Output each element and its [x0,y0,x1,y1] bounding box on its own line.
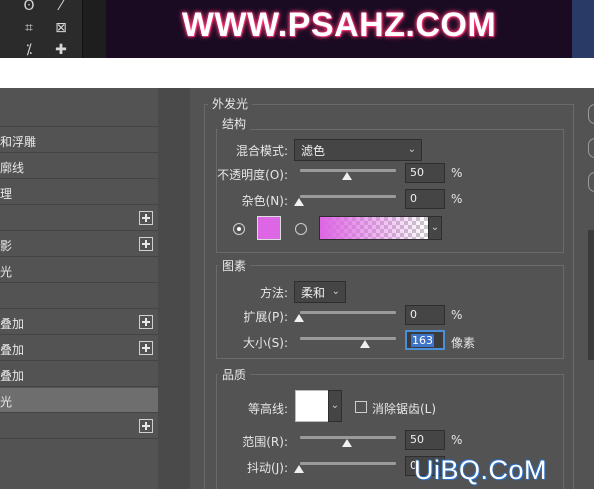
opacity-unit: % [451,166,463,180]
jitter-slider[interactable] [300,462,396,465]
glow-gradient-swatch[interactable] [319,216,429,240]
range-input[interactable]: 50 [405,430,445,450]
style-list-item-label: 叠加 [0,343,25,357]
style-list-item[interactable]: 和浮雕 [0,128,158,153]
dialog-button-cancel[interactable] [588,138,594,158]
contour-label: 等高线: [247,402,288,416]
jitter-slider-thumb[interactable] [294,465,304,473]
style-list-item-label: 廓线 [0,161,25,175]
spread-label: 扩展(P): [243,310,288,324]
spread-slider-thumb[interactable] [294,314,304,322]
size-value: 163 [411,334,434,347]
contour-preview[interactable] [295,390,329,422]
blend-mode-label: 混合模式: [235,144,288,158]
noise-unit: % [451,192,463,206]
dialog-button-ok[interactable] [588,104,594,124]
toolbar: ʘ ⁄ ⌗ ⊠ ⁒ ✚ [0,0,82,58]
antialias-checkbox[interactable] [355,401,367,413]
style-list-item-label: 理 [0,187,13,201]
opacity-input[interactable]: 50 [405,163,445,183]
add-style-icon[interactable] [139,211,153,225]
style-list-item-label: 光 [0,395,13,409]
blend-mode-value: 滤色 [301,144,326,158]
dialog-button-new-style[interactable] [588,172,594,192]
range-label: 范围(R): [242,435,288,449]
opacity-label: 不透明度(O): [217,168,288,182]
opacity-slider-thumb[interactable] [342,172,352,180]
style-list-item-label: 和浮雕 [0,135,37,149]
add-style-icon[interactable] [139,237,153,251]
watermark-text: UiBQ.CoM [414,455,548,485]
antialias-label[interactable]: 消除锯齿(L) [372,400,436,417]
noise-label: 杂色(N): [241,194,288,208]
quality-title: 品质 [218,366,251,383]
chevron-down-icon: ⌄ [330,400,340,411]
style-list-item[interactable]: 叠加 [0,362,158,387]
elements-title: 图素 [218,257,251,274]
chevron-down-icon: ⌄ [331,286,340,297]
style-list-item[interactable] [0,206,158,231]
lasso-icon[interactable]: ʘ [18,0,40,14]
style-list-item[interactable]: 叠加 [0,310,158,335]
chevron-down-icon: ⌄ [430,222,440,233]
style-list-item-label: 光 [0,265,13,279]
gradient-dropdown-button[interactable]: ⌄ [428,216,442,240]
canvas-edge [572,0,594,58]
photoshop-top-strip: ʘ ⁄ ⌗ ⊠ ⁒ ✚ WWW.PSAHZ.COM [0,0,594,58]
technique-label: 方法: [259,286,288,300]
size-label: 大小(S): [242,336,288,350]
style-list-item-label: 叠加 [0,369,25,383]
blend-mode-select[interactable]: 滤色 ⌄ [294,139,422,161]
technique-value: 柔和 [301,286,326,300]
range-slider-thumb[interactable] [342,439,352,447]
contour-curve-icon [296,391,328,421]
chevron-down-icon: ⌄ [407,144,416,155]
add-style-icon[interactable] [139,315,153,329]
banner-text: WWW.PSAHZ.COM [181,6,497,44]
size-input[interactable]: 163 [405,330,445,350]
glow-color-swatch[interactable] [257,216,281,240]
noise-slider[interactable] [300,195,396,198]
gradient-radio[interactable] [295,223,307,235]
noise-slider-thumb[interactable] [294,198,304,206]
panel-edge [82,0,106,58]
outer-glow-title: 外发光 [208,95,253,112]
solid-color-radio[interactable] [233,223,245,235]
size-slider[interactable] [300,337,396,340]
style-list-item-label: 影 [0,239,13,253]
list-divider [158,88,190,489]
spread-slider[interactable] [300,311,396,314]
technique-select[interactable]: 柔和 ⌄ [294,281,346,303]
magic-wand-icon[interactable]: ⁄ [50,0,72,14]
style-list-item[interactable]: 叠加 [0,336,158,361]
spread-unit: % [451,308,463,322]
noise-input[interactable]: 0 [405,189,445,209]
contour-dropdown-button[interactable]: ⌄ [328,390,342,422]
style-list-item[interactable]: 光 [0,258,158,283]
eyedropper-icon[interactable]: ⁒ [18,42,40,58]
style-list: 和浮雕 廓线理影光叠加 叠加 叠加光 [0,100,158,489]
size-unit: 像素 [451,336,476,350]
range-unit: % [451,433,463,447]
slice-icon[interactable]: ⊠ [50,20,72,36]
style-list-item-label: 叠加 [0,317,25,331]
preview-panel-edge [588,230,594,360]
style-list-item[interactable]: 廓线 [0,154,158,179]
style-list-item[interactable]: 影 [0,232,158,257]
add-style-icon[interactable] [139,341,153,355]
canvas-banner: WWW.PSAHZ.COM [106,0,572,58]
crop-icon[interactable]: ⌗ [18,20,40,36]
jitter-label: 抖动(J): [247,461,288,475]
style-list-item[interactable]: 理 [0,180,158,205]
structure-title: 结构 [218,115,251,132]
size-slider-thumb[interactable] [360,340,370,348]
style-list-item[interactable]: 光 [0,388,158,413]
style-list-item[interactable] [0,284,158,309]
healing-brush-icon[interactable]: ✚ [50,42,72,58]
canvas-white-area [0,58,594,88]
style-list-item[interactable] [0,102,158,127]
add-style-icon[interactable] [139,419,153,433]
style-list-item[interactable] [0,414,158,439]
spread-input[interactable]: 0 [405,305,445,325]
